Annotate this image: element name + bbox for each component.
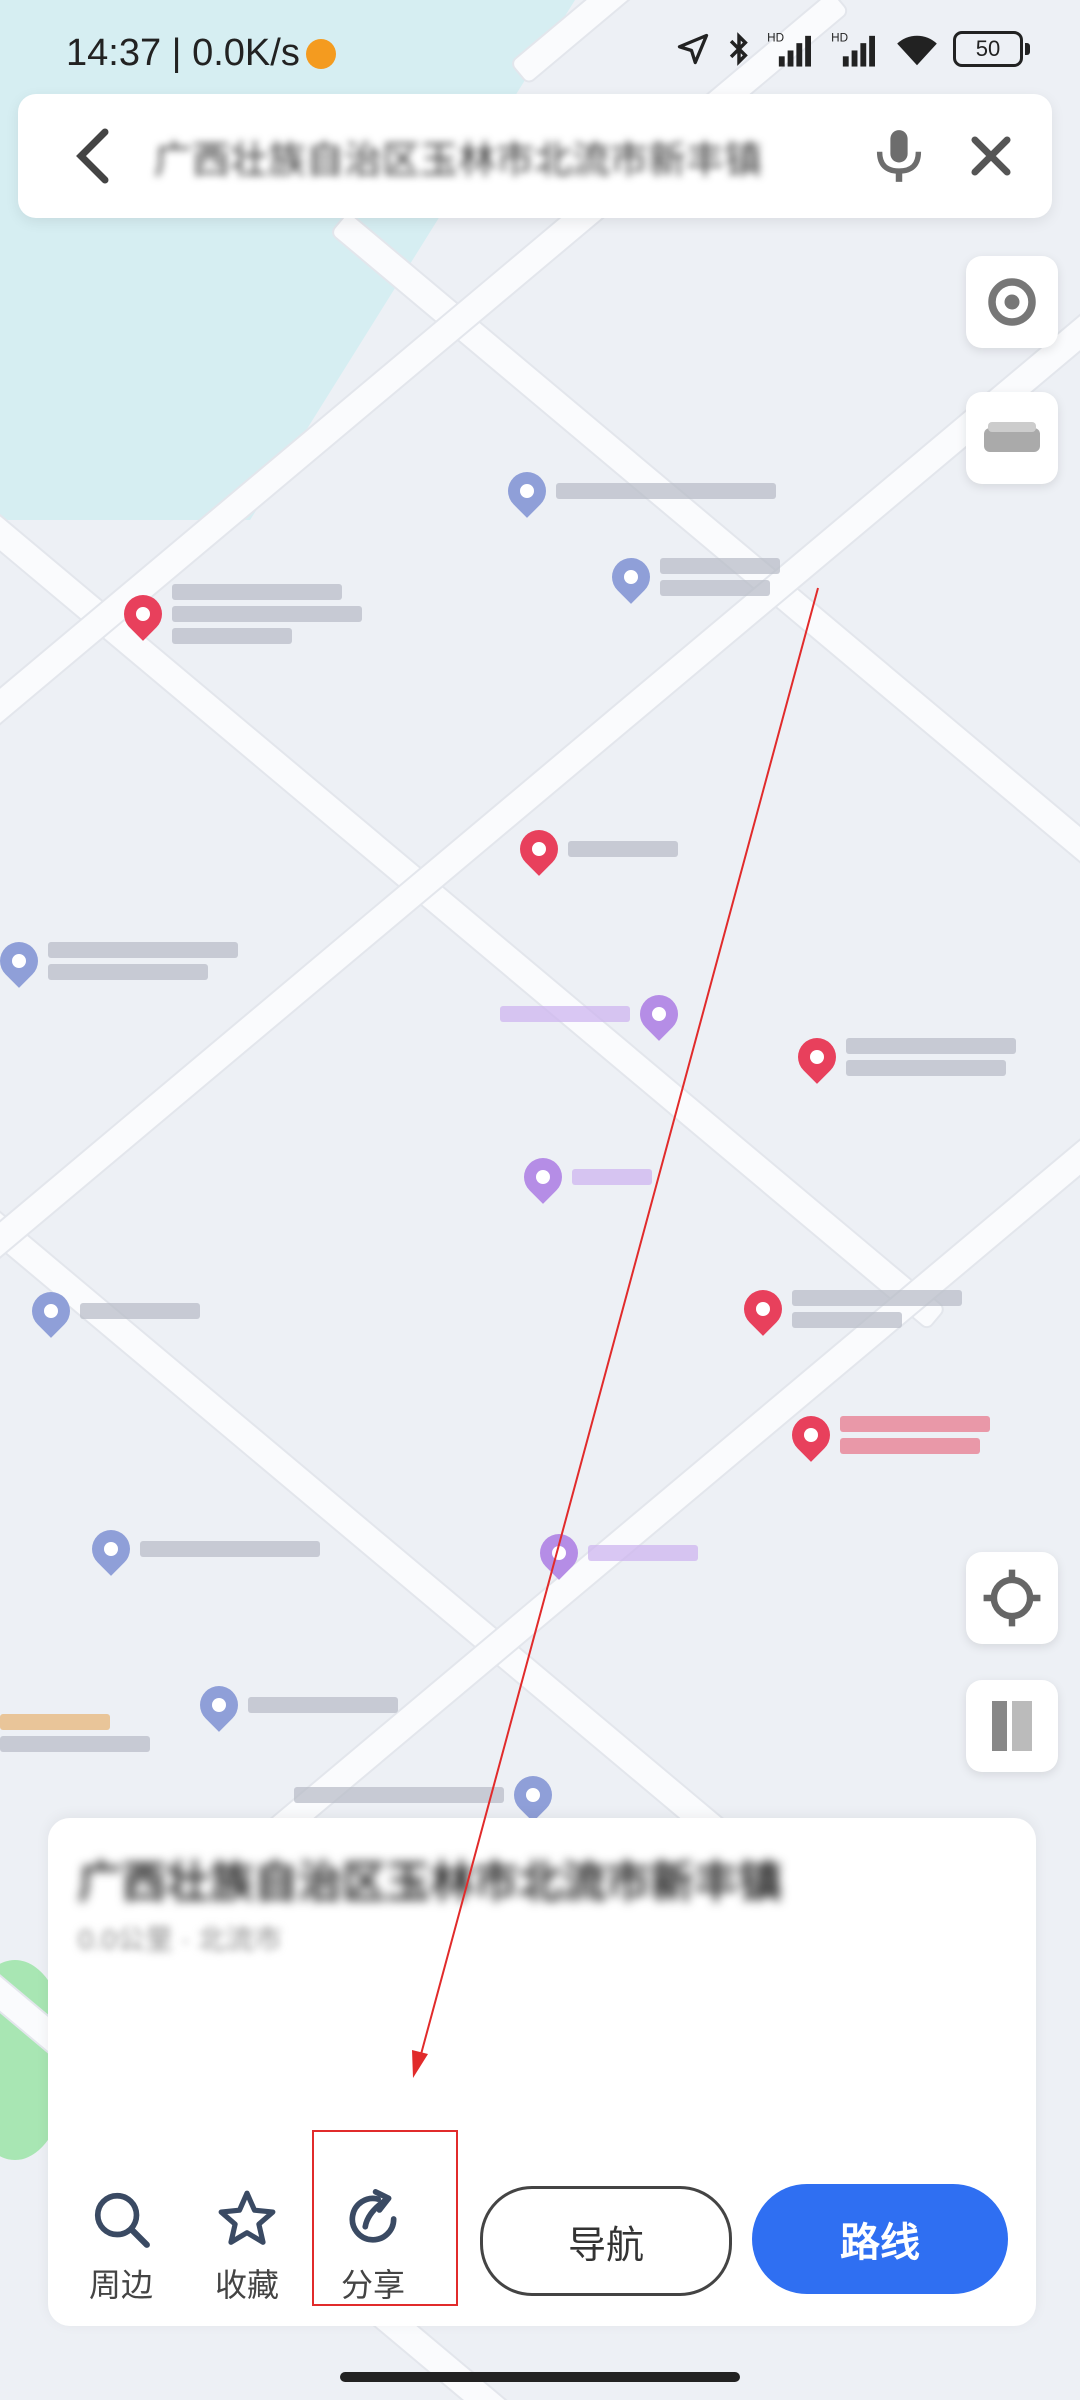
home-indicator[interactable] bbox=[340, 2372, 740, 2382]
annotation-arrow bbox=[412, 587, 819, 2078]
